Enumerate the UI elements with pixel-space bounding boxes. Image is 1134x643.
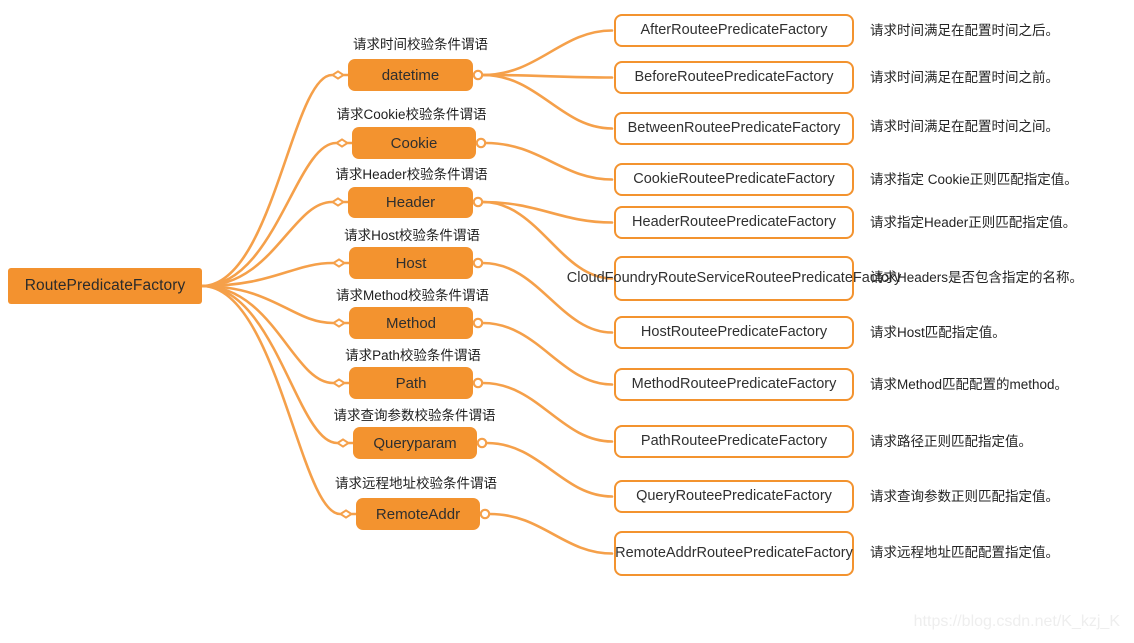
leaf-node-path[interactable]: PathRouteePredicateFactory [614, 425, 854, 458]
leaf-desc-before: 请求时间满足在配置时间之前。 [870, 70, 1059, 85]
leaf-node-method[interactable]: MethodRouteePredicateFactory [614, 368, 854, 401]
leaf-node-cookie[interactable]: CookieRouteePredicateFactory [614, 163, 854, 196]
branch-node-label: Method [385, 314, 437, 332]
leaf-node-cloudfoundry[interactable]: CloudFoundryRouteServiceRouteePredicateF… [567, 256, 901, 301]
branch-caption-host: 请求Host校验条件谓语 [344, 228, 480, 243]
leaf-node-label: PathRouteePredicateFactory [640, 432, 828, 449]
branch-node-cookie[interactable]: Cookie [352, 127, 476, 159]
branch-node-label: Path [395, 374, 427, 392]
leaf-node-query[interactable]: QueryRouteePredicateFactory [614, 480, 854, 513]
branch-node-label: RemoteAddr [375, 505, 461, 523]
leaf-node-header[interactable]: HeaderRouteePredicateFactory [614, 206, 854, 239]
leaf-node-label: RemoteAddrRouteePredicateFactory [615, 544, 853, 561]
leaf-desc-header: 请求指定Header正则匹配指定值。 [870, 215, 1077, 230]
leaf-desc-host: 请求Host匹配指定值。 [870, 325, 1006, 340]
branch-node-label: Host [395, 254, 427, 272]
branch-caption-queryparam: 请求查询参数校验条件谓语 [333, 408, 496, 423]
leaf-node-after[interactable]: AfterRouteePredicateFactory [614, 14, 854, 47]
leaf-node-label: AfterRouteePredicateFactory [640, 21, 828, 38]
branch-caption-header: 请求Header校验条件谓语 [335, 167, 488, 182]
branch-node-method[interactable]: Method [349, 307, 473, 339]
leaf-desc-query: 请求查询参数正则匹配指定值。 [870, 489, 1059, 504]
leaf-node-host[interactable]: HostRouteePredicateFactory [614, 316, 854, 349]
branch-node-remoteaddr[interactable]: RemoteAddr [356, 498, 480, 530]
leaf-node-label: MethodRouteePredicateFactory [631, 375, 837, 392]
branch-caption-cookie: 请求Cookie校验条件谓语 [336, 107, 487, 122]
mindmap-canvas: RoutePredicateFactory 请求时间校验条件谓语 datetim… [0, 0, 1134, 643]
leaf-desc-cloudfoundry: 请求Headers是否包含指定的名称。 [870, 270, 1084, 285]
watermark: https://blog.csdn.net/K_kzj_K [913, 613, 1120, 630]
leaf-node-label: CloudFoundryRouteServiceRouteePredicateF… [566, 269, 902, 286]
branch-caption-remoteaddr: 请求远程地址校验条件谓语 [335, 476, 497, 491]
branch-caption-method: 请求Method校验条件谓语 [335, 288, 490, 303]
leaf-node-label: BeforeRouteePredicateFactory [634, 68, 834, 85]
leaf-desc-cookie: 请求指定 Cookie正则匹配指定值。 [870, 172, 1078, 187]
branch-node-queryparam[interactable]: Queryparam [353, 427, 477, 459]
leaf-node-label: HeaderRouteePredicateFactory [632, 213, 836, 230]
branch-node-label: Header [385, 194, 436, 211]
branch-caption-datetime: 请求时间校验条件谓语 [353, 37, 488, 52]
leaf-node-label: CookieRouteePredicateFactory [633, 170, 835, 187]
leaf-node-between[interactable]: BetweenRouteePredicateFactory [614, 112, 854, 145]
branch-caption-path: 请求Path校验条件谓语 [345, 348, 481, 363]
leaf-node-label: HostRouteePredicateFactory [640, 323, 828, 340]
leaf-desc-method: 请求Method匹配配置的method。 [870, 377, 1069, 392]
branch-node-datetime[interactable]: datetime [348, 59, 473, 91]
leaf-desc-remoteaddr: 请求远程地址匹配配置指定值。 [870, 545, 1059, 560]
root-node-label: RoutePredicateFactory [24, 277, 186, 294]
branch-node-header[interactable]: Header [348, 187, 473, 218]
branch-node-label: Cookie [390, 134, 438, 152]
leaf-desc-path: 请求路径正则匹配指定值。 [870, 434, 1032, 449]
leaf-node-label: QueryRouteePredicateFactory [636, 487, 832, 504]
branch-node-path[interactable]: Path [349, 367, 473, 399]
root-node[interactable]: RoutePredicateFactory [8, 268, 202, 304]
leaf-desc-after: 请求时间满足在配置时间之后。 [870, 23, 1059, 38]
leaf-node-label: BetweenRouteePredicateFactory [627, 119, 841, 136]
branch-node-label: datetime [381, 66, 440, 84]
leaf-node-remoteaddr[interactable]: RemoteAddrRouteePredicateFactory [614, 531, 854, 576]
branch-node-label: Queryparam [373, 434, 457, 452]
branch-node-host[interactable]: Host [349, 247, 473, 279]
leaf-node-before[interactable]: BeforeRouteePredicateFactory [614, 61, 854, 94]
leaf-desc-between: 请求时间满足在配置时间之间。 [870, 119, 1059, 134]
